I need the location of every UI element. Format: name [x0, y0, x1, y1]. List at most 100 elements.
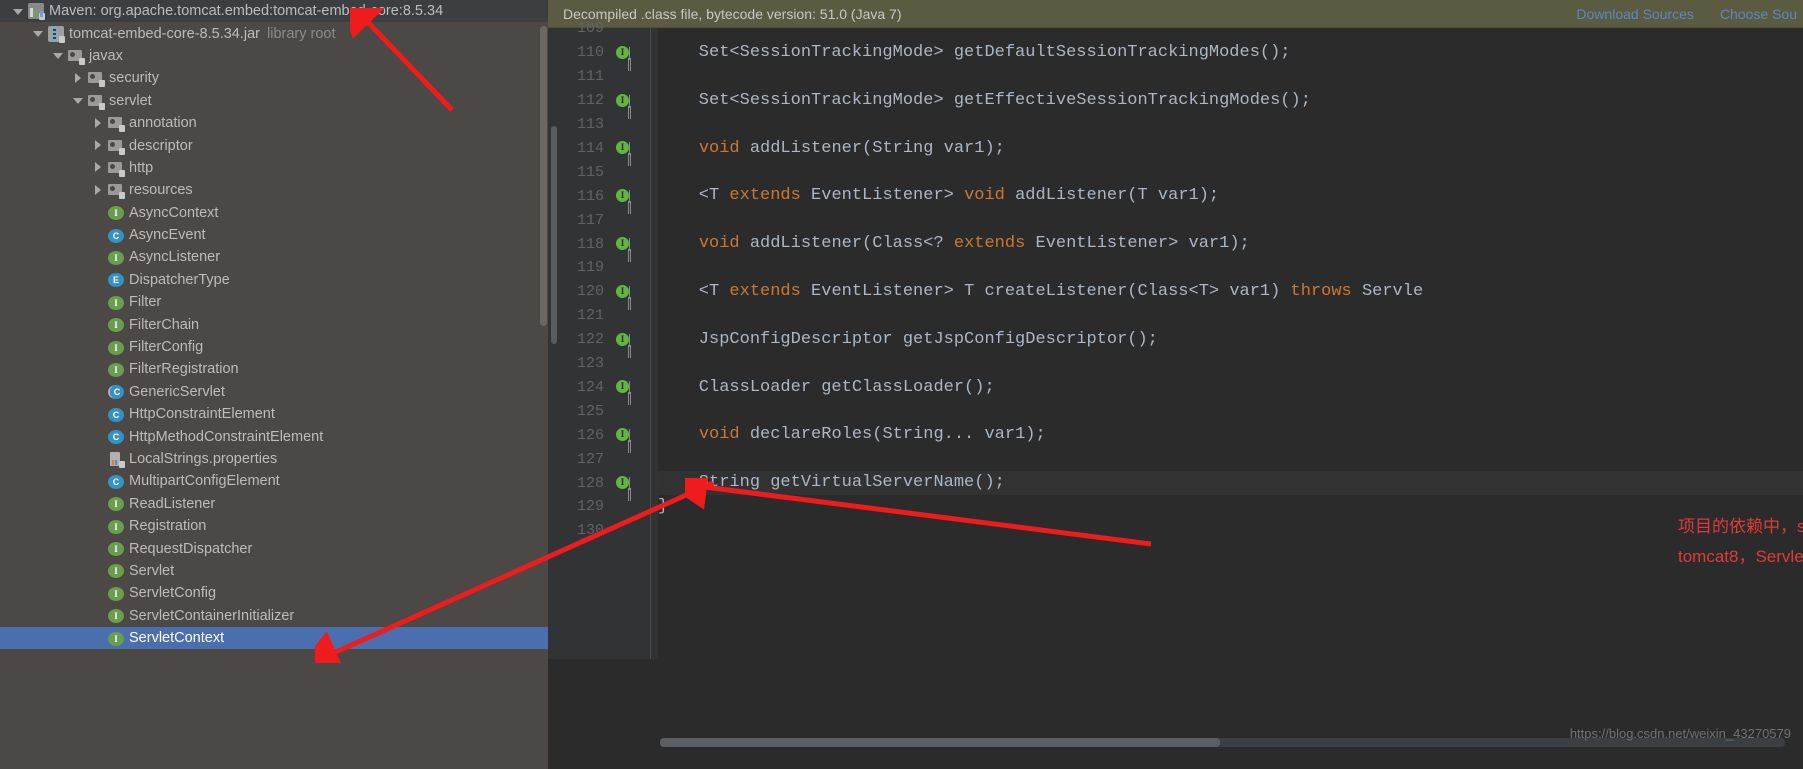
tree-item-filterchain[interactable]: FilterChain [0, 313, 548, 335]
tree-item-servletconfig[interactable]: ServletConfig [0, 582, 548, 604]
tree-item-filterconfig[interactable]: FilterConfig [0, 336, 548, 358]
tree-item-asyncevent[interactable]: AsyncEvent [0, 224, 548, 246]
tree-item-asynccontext[interactable]: AsyncContext [0, 202, 548, 224]
tree-item-servlet[interactable]: Servlet [0, 560, 548, 582]
code-text: } [658, 497, 669, 516]
tree-item-tomcat-embed-core-8-5-34-jar[interactable]: tomcat-embed-core-8.5.34.jar library root [0, 22, 548, 44]
implementation-marker-icon[interactable] [616, 237, 632, 252]
gutter-marker-placeholder [616, 165, 632, 179]
gutter-marker-placeholder [616, 404, 632, 418]
tree-item-filter[interactable]: Filter [0, 291, 548, 313]
tree-item-requestdispatcher[interactable]: RequestDispatcher [0, 537, 548, 559]
code-line[interactable] [658, 28, 1803, 41]
chevron-right-icon[interactable] [72, 72, 85, 85]
implementation-marker-icon[interactable] [616, 428, 632, 443]
download-sources-link[interactable]: Download Sources [1576, 6, 1694, 22]
tree-item-http[interactable]: http [0, 157, 548, 179]
implementation-marker-icon[interactable] [616, 45, 632, 60]
chevron-right-icon[interactable] [92, 117, 105, 130]
interface-icon [108, 250, 124, 265]
implementation-marker-icon[interactable] [616, 284, 632, 299]
chevron-right-icon[interactable] [92, 184, 105, 197]
maven-module-icon [28, 3, 45, 21]
code-keyword: void [964, 186, 1005, 206]
tree-item-descriptor[interactable]: descriptor [0, 134, 548, 156]
gutter-marker-placeholder [616, 309, 632, 323]
code-line[interactable] [658, 65, 1803, 89]
code-line[interactable]: ClassLoader getClassLoader(); [658, 376, 1803, 400]
editor-gutter[interactable]: 109 110 111 112 113 114 115 116 117 118 119 120 121 1… [548, 20, 658, 659]
tree-item-filterregistration[interactable]: FilterRegistration [0, 358, 548, 380]
code-line[interactable] [658, 208, 1803, 232]
code-line[interactable] [658, 113, 1803, 137]
code-line[interactable] [658, 447, 1803, 471]
code-line[interactable] [658, 304, 1803, 328]
line-number: 115 [576, 163, 604, 181]
chevron-right-icon[interactable] [92, 139, 105, 152]
code-keyword: extends [729, 281, 801, 301]
code-line[interactable] [658, 352, 1803, 376]
tree-item-registration[interactable]: Registration [0, 515, 548, 537]
tree-item-javax[interactable]: javax [0, 45, 548, 67]
code-line[interactable]: Set<SessionTrackingMode> getDefaultSessi… [658, 41, 1803, 65]
code-line[interactable]: Set<SessionTrackingMode> getEffectiveSes… [658, 89, 1803, 113]
tree-item-dispatchertype[interactable]: DispatcherType [0, 269, 548, 291]
tree-item-servletcontainerinitializer[interactable]: ServletContainerInitializer [0, 605, 548, 627]
chevron-down-icon[interactable] [32, 27, 45, 40]
code-line[interactable]: void addListener(Class<? extends EventLi… [658, 232, 1803, 256]
gutter-line: 128 [548, 471, 658, 495]
tree-item-localstrings-properties[interactable]: LocalStrings.properties [0, 448, 548, 470]
tree-item-label: javax [89, 47, 123, 64]
tree-item-readlistener[interactable]: ReadListener [0, 493, 548, 515]
tree-item-resources[interactable]: resources [0, 179, 548, 201]
chevron-down-icon[interactable] [12, 5, 25, 18]
gutter-marker-placeholder [616, 357, 632, 371]
implementation-marker-icon[interactable] [616, 93, 632, 108]
project-tree-list[interactable]: Maven: org.apache.tomcat.embed:tomcat-em… [0, 0, 548, 650]
implementation-marker-icon[interactable] [616, 332, 632, 347]
tree-item-httpmethodconstraintelement[interactable]: HttpMethodConstraintElement [0, 425, 548, 447]
code-editor[interactable]: Decompiled .class file, bytecode version… [548, 0, 1803, 769]
tree-item-multipartconfigelement[interactable]: MultipartConfigElement [0, 470, 548, 492]
line-number: 130 [576, 522, 604, 540]
code-line[interactable]: JspConfigDescriptor getJspConfigDescript… [658, 328, 1803, 352]
tree-item-httpconstraintelement[interactable]: HttpConstraintElement [0, 403, 548, 425]
chevron-down-icon[interactable] [72, 94, 85, 107]
chevron-right-icon[interactable] [92, 161, 105, 174]
tree-item-label: security [109, 70, 159, 87]
code-line[interactable] [658, 519, 1803, 543]
code-line[interactable]: <T extends EventListener> T createListen… [658, 280, 1803, 304]
tree-item-annotation[interactable]: annotation [0, 112, 548, 134]
code-line[interactable] [658, 399, 1803, 423]
choose-sources-link[interactable]: Choose Sou [1720, 6, 1797, 22]
chevron-down-icon[interactable] [52, 49, 65, 62]
line-number: 126 [576, 426, 604, 444]
tree-item-security[interactable]: security [0, 67, 548, 89]
tree-item-genericservlet[interactable]: GenericServlet [0, 381, 548, 403]
project-tree-panel[interactable]: Maven: org.apache.tomcat.embed:tomcat-em… [0, 0, 548, 769]
implementation-marker-icon[interactable] [616, 189, 632, 204]
implementation-marker-icon[interactable] [616, 380, 632, 395]
editor-horizontal-scrollbar-thumb[interactable] [660, 738, 1220, 747]
tree-item-servletcontext[interactable]: ServletContext [0, 626, 548, 650]
implementation-marker-icon[interactable] [616, 141, 632, 156]
tree-item-maven-org-apache-tomcat-embed-tomcat-embed-core-8-5-34[interactable]: Maven: org.apache.tomcat.embed:tomcat-em… [0, 0, 548, 23]
tree-vertical-scrollbar[interactable] [540, 26, 547, 326]
tree-item-servlet[interactable]: servlet [0, 90, 548, 112]
code-line[interactable]: } [658, 495, 1803, 519]
tree-item-asynclistener[interactable]: AsyncListener [0, 246, 548, 268]
implementation-marker-icon[interactable] [616, 476, 632, 491]
code-line[interactable]: String getVirtualServerName(); [658, 471, 1803, 495]
gutter-divider [650, 28, 651, 659]
code-line[interactable] [658, 160, 1803, 184]
code-line[interactable]: <T extends EventListener> void addListen… [658, 184, 1803, 208]
code-line[interactable]: void addListener(String var1); [658, 137, 1803, 161]
code-text-area[interactable]: Set<SessionTrackingMode> getDefaultSessi… [658, 28, 1803, 659]
code-line[interactable] [658, 256, 1803, 280]
code-line[interactable]: void declareRoles(String... var1); [658, 423, 1803, 447]
interface-icon [108, 206, 124, 221]
tree-item-label: ReadListener [129, 495, 216, 512]
